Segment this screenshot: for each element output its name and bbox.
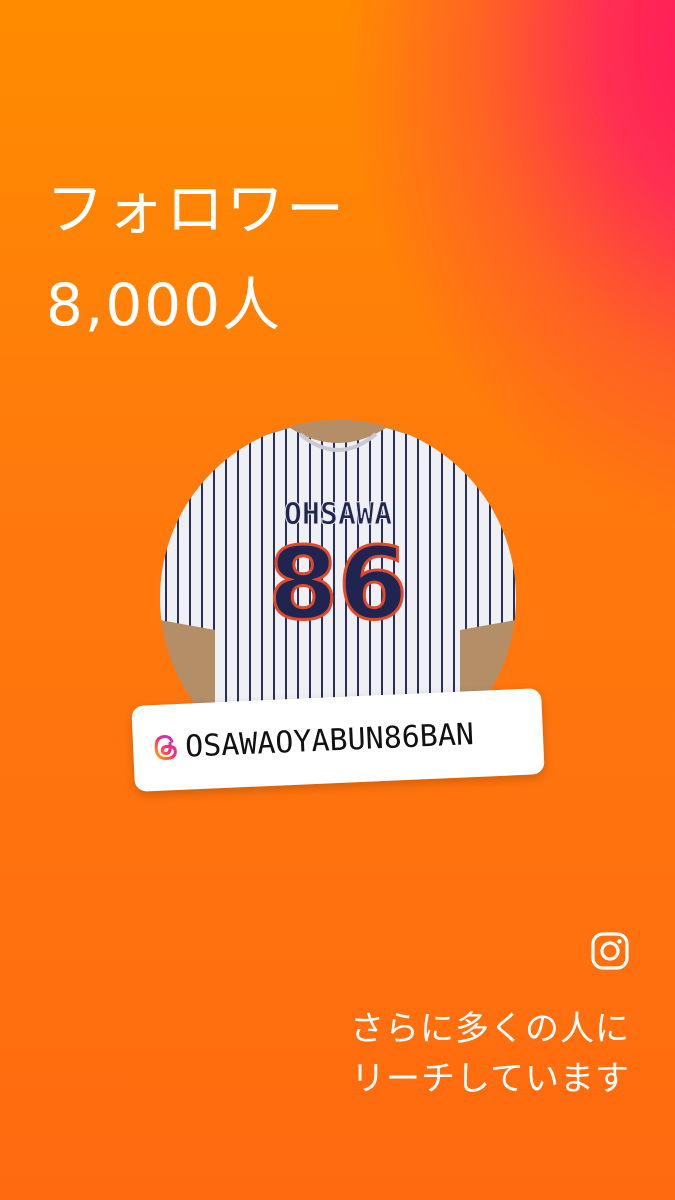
username-label: OSAWAOYABUN86BAN — [184, 716, 475, 765]
follower-count: 8,000人 — [46, 271, 283, 339]
jersey-number-text: 86 — [268, 525, 407, 642]
headline-title: フォロワー — [46, 175, 347, 243]
reach-text-line1: さらに多くの人に — [350, 1009, 630, 1049]
reach-text-line2: リーチしています — [351, 1059, 630, 1099]
follower-milestone-story: フォロワー 8,000人 OHSAWA 86 OSAWAOYABUN86BAN … — [0, 0, 675, 1200]
threads-icon — [154, 735, 177, 760]
username-sticker[interactable]: OSAWAOYABUN86BAN — [131, 688, 545, 792]
instagram-icon[interactable] — [590, 931, 630, 971]
